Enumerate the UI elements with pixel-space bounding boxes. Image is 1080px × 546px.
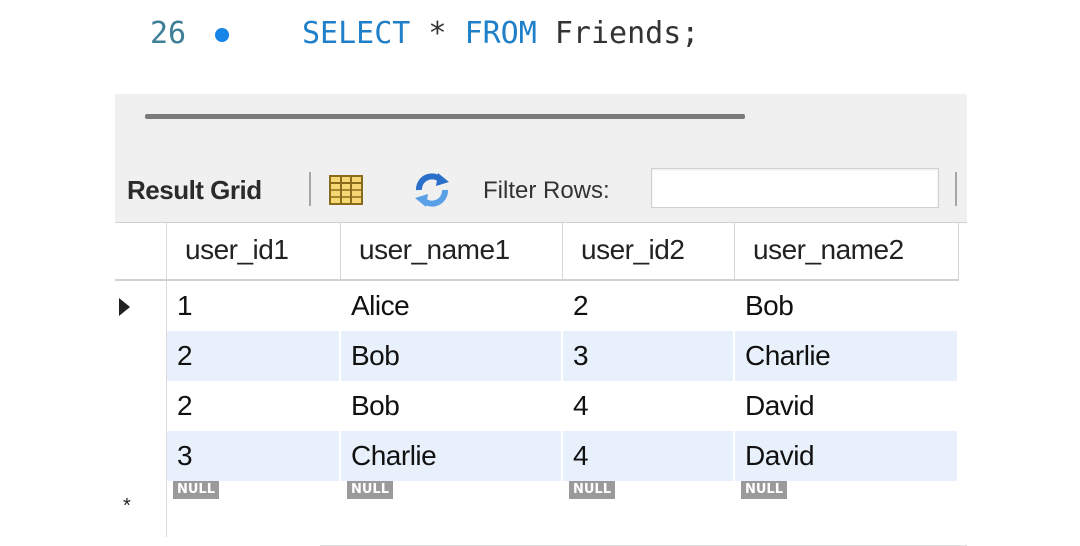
- panel-top-bar: [115, 94, 967, 158]
- sql-statement[interactable]: SELECT * FROM Friends;: [302, 16, 699, 51]
- sql-token: *: [410, 16, 465, 51]
- column-header[interactable]: user_name1: [341, 223, 563, 281]
- row-gutter[interactable]: [115, 331, 167, 381]
- table-cell[interactable]: 2: [167, 381, 341, 431]
- grid-layout-icon[interactable]: [329, 175, 363, 205]
- row-gutter[interactable]: [115, 381, 167, 431]
- statement-marker-icon[interactable]: [215, 28, 229, 42]
- null-badge: NULL: [173, 481, 220, 499]
- sql-token: Friends;: [536, 16, 700, 51]
- new-row-marker-icon: *: [123, 495, 131, 517]
- table-row[interactable]: 3 Charlie 4 David: [115, 431, 967, 481]
- table-cell[interactable]: David: [735, 381, 959, 431]
- table-cell[interactable]: Charlie: [735, 331, 959, 381]
- sql-keyword: FROM: [464, 16, 537, 51]
- new-row[interactable]: * NULL NULL NULL NULL: [115, 481, 967, 537]
- current-row-indicator-icon: [119, 298, 130, 316]
- table-cell[interactable]: 4: [563, 381, 735, 431]
- grid-header-row: user_id1 user_name1 user_id2 user_name2: [115, 223, 967, 281]
- table-cell[interactable]: 2: [563, 281, 735, 331]
- table-cell[interactable]: 3: [167, 431, 341, 481]
- result-grid-tab[interactable]: Result Grid: [127, 175, 262, 206]
- refresh-icon[interactable]: [411, 172, 453, 208]
- null-badge: NULL: [569, 481, 616, 499]
- table-cell[interactable]: David: [735, 431, 959, 481]
- table-cell[interactable]: Alice: [341, 281, 563, 331]
- table-cell[interactable]: 3: [563, 331, 735, 381]
- null-cell[interactable]: NULL: [341, 481, 563, 537]
- row-gutter[interactable]: *: [115, 481, 167, 537]
- filter-rows-input[interactable]: [651, 168, 939, 208]
- sql-keyword: SELECT: [302, 16, 411, 51]
- table-cell[interactable]: 1: [167, 281, 341, 331]
- table-row[interactable]: 2 Bob 3 Charlie: [115, 331, 967, 381]
- table-cell[interactable]: 2: [167, 331, 341, 381]
- column-header[interactable]: user_id1: [167, 223, 341, 281]
- sql-editor-line[interactable]: 26 SELECT * FROM Friends;: [0, 10, 1080, 60]
- filter-rows-label: Filter Rows:: [483, 177, 610, 204]
- table-cell[interactable]: Bob: [735, 281, 959, 331]
- null-cell[interactable]: NULL: [735, 481, 959, 537]
- row-gutter[interactable]: [115, 431, 167, 481]
- table-cell[interactable]: Bob: [341, 331, 563, 381]
- tab-indicator: [145, 114, 745, 119]
- row-gutter[interactable]: [115, 281, 167, 331]
- table-row[interactable]: 1 Alice 2 Bob: [115, 281, 967, 331]
- column-header[interactable]: user_id2: [563, 223, 735, 281]
- null-cell[interactable]: NULL: [167, 481, 341, 537]
- column-header[interactable]: user_name2: [735, 223, 959, 281]
- table-cell[interactable]: Bob: [341, 381, 563, 431]
- null-cell[interactable]: NULL: [563, 481, 735, 537]
- line-number: 26: [150, 16, 187, 51]
- table-cell[interactable]: Charlie: [341, 431, 563, 481]
- table-cell[interactable]: 4: [563, 431, 735, 481]
- null-badge: NULL: [741, 481, 788, 499]
- result-toolbar: Result Grid Filter Rows:: [115, 158, 967, 223]
- null-badge: NULL: [347, 481, 394, 499]
- toolbar-separator: [955, 172, 957, 206]
- table-row[interactable]: 2 Bob 4 David: [115, 381, 967, 431]
- toolbar-separator: [309, 172, 311, 206]
- row-gutter: [115, 223, 167, 281]
- result-panel: Result Grid Filter Rows: user_id1 user_n…: [115, 94, 967, 546]
